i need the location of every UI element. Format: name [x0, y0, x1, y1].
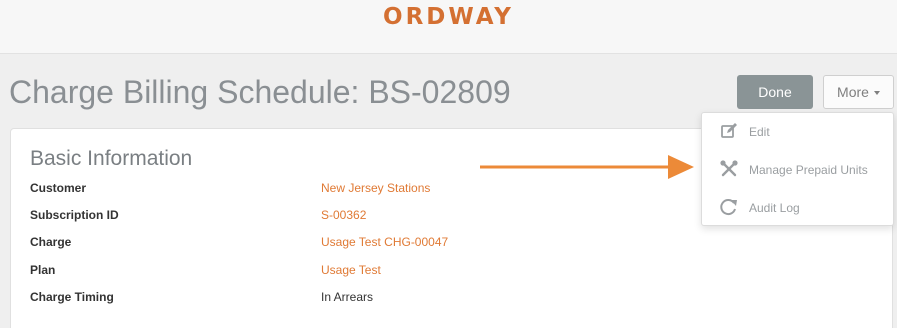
edit-icon [721, 123, 737, 138]
menu-item-label: Manage Prepaid Units [749, 163, 868, 177]
plan-link[interactable]: Usage Test [321, 263, 381, 277]
menu-item-label: Audit Log [749, 201, 800, 215]
field-label: Customer [30, 181, 87, 195]
refresh-icon [720, 199, 737, 216]
more-button-label: More [837, 84, 869, 100]
annotation-arrow [480, 155, 694, 179]
ordway-logo[interactable]: ORDWAY [0, 4, 897, 30]
menu-item-manage-prepaid-units[interactable]: Manage Prepaid Units [702, 154, 895, 184]
menu-item-label: Edit [749, 125, 770, 139]
tools-icon [720, 160, 738, 177]
caret-down-icon [873, 91, 880, 95]
charge-link[interactable]: Usage Test CHG-00047 [321, 235, 448, 249]
field-label: Charge [30, 235, 72, 249]
subscription-link[interactable]: S-00362 [321, 208, 366, 222]
top-bar: ORDWAY [0, 0, 897, 54]
more-dropdown-menu: Edit Manage Prepaid Units Audit Log [701, 112, 894, 226]
done-button[interactable]: Done [737, 75, 813, 109]
page-title: Charge Billing Schedule: BS-02809 [9, 74, 511, 110]
menu-item-edit[interactable]: Edit [702, 116, 895, 146]
more-dropdown-button[interactable]: More [823, 75, 894, 109]
field-label: Charge Timing [30, 290, 114, 304]
menu-item-audit-log[interactable]: Audit Log [702, 192, 895, 222]
charge-timing-value: In Arrears [321, 290, 374, 304]
field-label: Subscription ID [30, 208, 119, 222]
field-label: Plan [30, 263, 56, 277]
section-title: Basic Information [30, 147, 193, 170]
customer-link[interactable]: New Jersey Stations [321, 181, 430, 195]
